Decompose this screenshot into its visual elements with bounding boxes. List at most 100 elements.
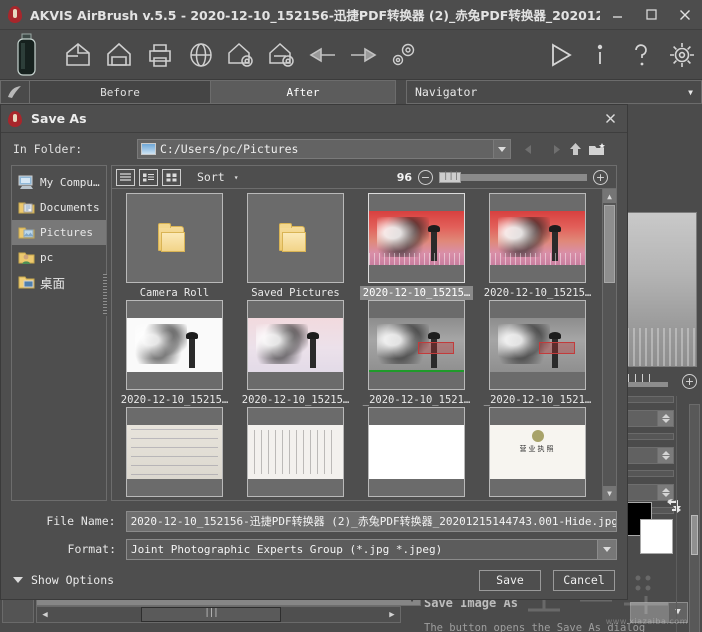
tab-before[interactable]: Before — [29, 80, 211, 104]
file-name-label: 2020-12-10_15215… — [360, 286, 473, 300]
zoom-slider-thumb[interactable] — [439, 171, 461, 183]
place-documents[interactable]: Documents — [12, 195, 106, 220]
scroll-up-arrow-icon[interactable]: ▲ — [603, 189, 616, 203]
chevron-down-icon[interactable]: ▾ — [234, 173, 239, 182]
image-preview: 营业执照 — [490, 425, 585, 479]
file-item[interactable]: 营业执照 — [481, 407, 594, 500]
file-name-input[interactable]: 2020-12-10_152156-迅捷PDF转换器 (2)_赤兔PDF转换器_… — [125, 510, 617, 532]
new-folder-icon[interactable] — [587, 138, 607, 160]
pictures-folder-icon — [18, 225, 35, 240]
redo-arrow-icon[interactable] — [343, 33, 384, 77]
scroll-down-arrow-icon[interactable]: ▼ — [603, 486, 616, 500]
file-item[interactable]: Camera Roll — [118, 193, 231, 300]
settings-gear-icon[interactable] — [661, 33, 702, 77]
file-item[interactable] — [239, 407, 352, 500]
load-preset-icon[interactable] — [221, 33, 262, 77]
scrollbar-track[interactable] — [603, 203, 616, 486]
file-item[interactable]: _2020-12-10_1521… — [481, 300, 594, 407]
file-thumbnail[interactable] — [489, 300, 586, 390]
sidebar-resize-grip[interactable] — [103, 274, 107, 316]
list-view-icon[interactable] — [116, 168, 135, 186]
desktop-folder-icon — [18, 275, 35, 290]
image-preview — [127, 318, 222, 372]
image-tab-icon[interactable] — [0, 80, 30, 104]
chevron-down-icon[interactable] — [597, 539, 616, 559]
place-label: Documents — [40, 201, 100, 214]
file-item[interactable]: 2020-12-10_15215… — [239, 300, 352, 407]
close-icon[interactable] — [668, 1, 702, 29]
chevron-down-icon[interactable] — [13, 577, 23, 583]
thumbnail-view-icon[interactable] — [162, 168, 181, 186]
scroll-right-arrow-icon[interactable]: ▶ — [384, 610, 400, 620]
file-grid-scrollbar[interactable]: ▲ ▼ — [602, 189, 616, 500]
file-item[interactable]: _2020-12-10_1521… — [360, 300, 473, 407]
horizontal-scrollbar[interactable]: ◀ ▶ — [36, 606, 401, 623]
file-thumbnail[interactable] — [247, 193, 344, 283]
file-thumbnail[interactable] — [126, 300, 223, 390]
place-pictures[interactable]: Pictures — [12, 220, 106, 245]
hscroll-thumb[interactable] — [141, 607, 281, 622]
minimize-icon[interactable] — [600, 1, 634, 29]
file-thumbnail[interactable] — [126, 193, 223, 283]
sort-label[interactable]: Sort — [197, 170, 225, 184]
file-thumbnail[interactable] — [368, 407, 465, 497]
maximize-icon[interactable] — [634, 1, 668, 29]
place-desktop[interactable]: 桌面 — [12, 270, 106, 295]
info-icon[interactable] — [580, 33, 621, 77]
help-icon[interactable] — [621, 33, 662, 77]
file-item[interactable] — [118, 407, 231, 500]
right-panel-scrollbar[interactable] — [689, 404, 700, 632]
zoom-slider-track[interactable] — [439, 171, 587, 183]
save-preset-icon[interactable] — [262, 33, 303, 77]
file-thumbnail[interactable]: 营业执照 — [489, 407, 586, 497]
tab-after[interactable]: After — [210, 80, 396, 104]
zoom-out-button[interactable]: − — [418, 169, 433, 185]
folder-path-combo[interactable]: C:/Users/pc/Pictures — [137, 139, 511, 159]
open-image-icon[interactable] — [58, 33, 99, 77]
file-thumbnail[interactable] — [368, 300, 465, 390]
file-item[interactable]: 2020-12-10_15215… — [360, 193, 473, 300]
place-pc[interactable]: pc — [12, 245, 106, 270]
scrollbar-thumb[interactable] — [691, 515, 698, 555]
file-pane-toolbar: Sort ▾ 96 − + — [111, 165, 617, 189]
file-item[interactable]: Saved Pictures — [239, 193, 352, 300]
scroll-left-arrow-icon[interactable]: ◀ — [37, 610, 53, 620]
back-arrow-icon[interactable] — [521, 138, 541, 160]
cancel-button[interactable]: Cancel — [553, 569, 615, 591]
print-icon[interactable] — [139, 33, 180, 77]
file-thumbnail[interactable] — [247, 300, 344, 390]
chevron-down-icon[interactable]: ▼ — [688, 88, 693, 97]
file-thumbnail[interactable] — [368, 193, 465, 283]
folder-icon — [157, 223, 192, 253]
save-button[interactable]: Save — [479, 569, 541, 591]
preferences-gears-icon[interactable] — [384, 33, 425, 77]
file-thumbnail[interactable] — [247, 407, 344, 497]
up-folder-icon[interactable] — [565, 138, 585, 160]
file-item[interactable] — [360, 407, 473, 500]
forward-arrow-icon[interactable] — [543, 138, 563, 160]
place-my-computer[interactable]: My Compu… — [12, 170, 106, 195]
format-select[interactable]: Joint Photographic Experts Group (*.jpg … — [126, 538, 617, 560]
scrollbar-thumb[interactable] — [604, 205, 615, 283]
file-item[interactable]: 2020-12-10_15215… — [118, 300, 231, 407]
dialog-close-icon[interactable] — [593, 106, 627, 132]
undo-arrow-icon[interactable] — [302, 33, 343, 77]
background-color-swatch[interactable] — [640, 519, 673, 554]
zoom-in-button[interactable]: + — [682, 373, 697, 389]
title-bar: AKVIS AirBrush v.5.5 - 2020-12-10_152156… — [0, 0, 702, 30]
zoom-in-button[interactable]: + — [593, 169, 608, 185]
chevron-down-icon[interactable] — [493, 140, 510, 158]
spray-can-icon[interactable] — [12, 33, 42, 77]
spinner-arrows-2[interactable] — [657, 448, 673, 463]
navigator-panel-header[interactable]: Navigator ▼ — [406, 80, 702, 104]
file-item[interactable]: 2020-12-10_15215… — [481, 193, 594, 300]
file-thumbnail[interactable] — [489, 193, 586, 283]
save-image-icon[interactable] — [99, 33, 140, 77]
show-options-toggle[interactable]: Show Options — [13, 573, 114, 587]
image-preview — [127, 425, 222, 479]
file-thumbnail[interactable] — [126, 407, 223, 497]
spinner-arrows-1[interactable] — [657, 411, 673, 426]
download-from-web-icon[interactable] — [180, 33, 221, 77]
detail-view-icon[interactable] — [139, 168, 158, 186]
run-play-icon[interactable] — [539, 33, 580, 77]
